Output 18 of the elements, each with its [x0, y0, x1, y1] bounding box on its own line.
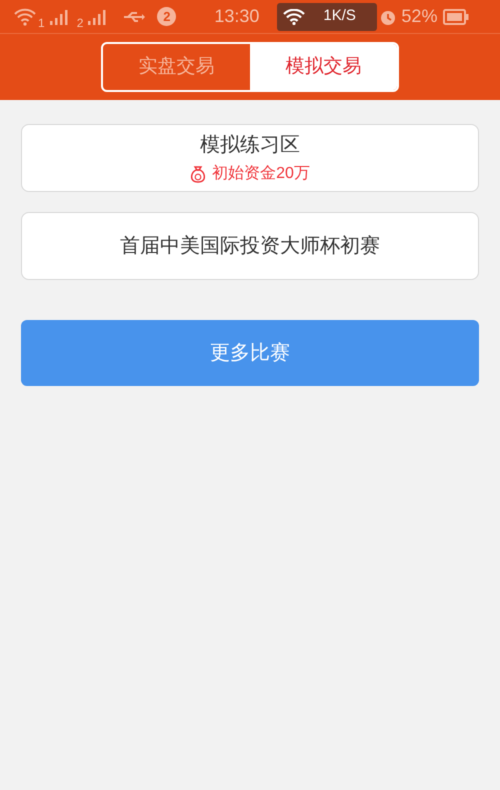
battery-percent: 52% [401, 5, 438, 28]
wifi-icon [283, 8, 306, 24]
network-speed: 1K/S [323, 6, 356, 26]
usb-icon [123, 10, 146, 24]
card-subtitle: 初始资金20万 [212, 164, 310, 184]
card-title: 首届中美国际投资大师杯初赛 [120, 234, 380, 259]
money-bag-icon [190, 166, 206, 182]
contest-card[interactable]: 模拟练习区 初始资金20万 [21, 124, 479, 192]
wifi-icon [14, 8, 36, 26]
contest-card[interactable]: 首届中美国际投资大师杯初赛 [21, 212, 479, 280]
sim-label: 1 [38, 14, 45, 32]
battery-icon [443, 8, 470, 24]
tab[interactable]: 模拟交易 [250, 44, 397, 90]
sim-label: 2 [76, 14, 84, 32]
card-title: 模拟练习区 [200, 133, 300, 158]
more-contests-button[interactable]: 更多比赛 [21, 320, 479, 386]
notification-count: 2 [157, 7, 176, 26]
clock-time: 13:30 [214, 5, 260, 28]
